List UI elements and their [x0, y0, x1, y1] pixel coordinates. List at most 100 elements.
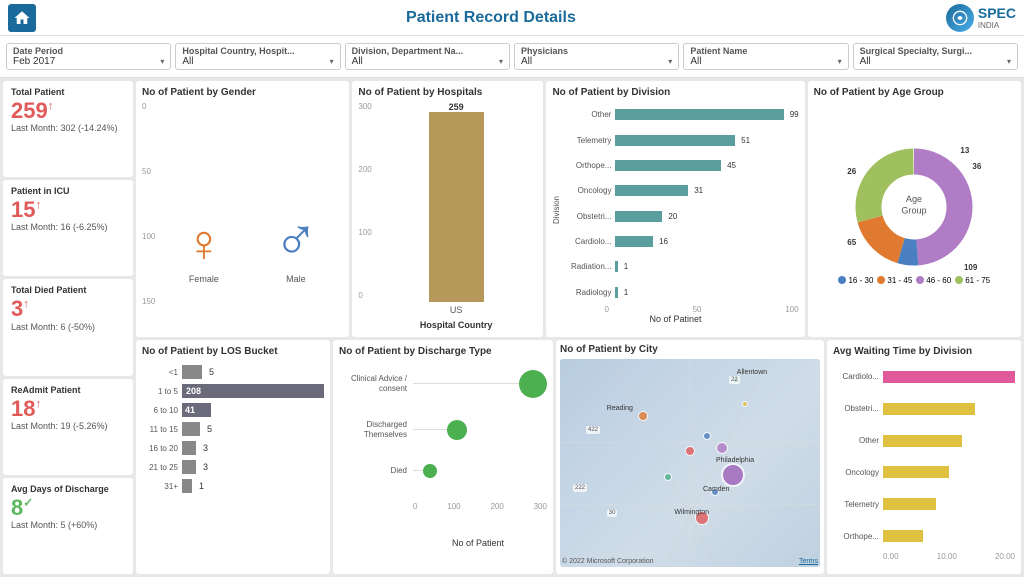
top-charts-row: No of Patient by Gender 150 100 50 0 ♀ F… — [136, 81, 1021, 337]
bottom-charts-row: No of Patient by LOS Bucket <1 5 1 to 5 … — [136, 340, 1021, 574]
logo-icon — [946, 4, 974, 32]
svg-text:Group: Group — [902, 205, 927, 215]
filter-patient-label: Patient Name — [690, 46, 841, 56]
filter-surgical[interactable]: Surgical Specialty, Surgi... All ▾ — [853, 43, 1018, 70]
los-bar-16-20 — [182, 441, 196, 455]
legend-dot-46-60 — [916, 276, 924, 284]
los-bar-6-10: 41 — [182, 403, 211, 417]
male-label: Male — [286, 274, 306, 284]
hospital-chart-card: No of Patient by Hospitals 0 100 200 300… — [352, 81, 543, 337]
waiting-bars: Cardiolo... Obstetri... Other Oncol — [833, 361, 1015, 552]
stat-died-sub: Last Month: 6 (-50%) — [11, 322, 125, 332]
discharge-row-clinical: Clinical Advice / consent — [339, 374, 547, 393]
filter-date-value: Feb 2017 — [13, 56, 55, 67]
filter-division[interactable]: Division, Department Na... All ▾ — [345, 43, 510, 70]
los-row-21-25: 21 to 25 3 — [142, 460, 324, 474]
hospital-x-label: Hospital Country — [420, 320, 493, 330]
filter-patient-arrow: ▾ — [838, 57, 842, 66]
div-row-orthope: Orthope... 45 — [561, 160, 798, 171]
map-label-wilmington: Wilmington — [674, 509, 709, 516]
hospital-bar-value: 259 — [449, 102, 464, 112]
map-dot-1 — [703, 432, 711, 440]
stat-icu: Patient in ICU 15↑ Last Month: 16 (-6.25… — [3, 180, 133, 276]
los-row-11-15: 11 to 15 5 — [142, 422, 324, 436]
gender-chart-title: No of Patient by Gender — [142, 87, 343, 98]
filter-physicians-label: Physicians — [521, 46, 672, 56]
stat-icu-sub: Last Month: 16 (-6.25%) — [11, 222, 125, 232]
division-bars: Other 99 Telemetry 51 Orthope... — [561, 102, 798, 305]
div-row-other: Other 99 — [561, 109, 798, 120]
div-row-cardiolo: Cardiolo... 16 — [561, 236, 798, 247]
map-label-philadelphia: Philadelphia — [716, 457, 754, 464]
map-road-422: 422 — [586, 426, 600, 434]
stat-discharge-label: Avg Days of Discharge — [11, 484, 125, 494]
hospital-bar-label: US — [450, 305, 463, 315]
hospital-bar — [429, 112, 484, 302]
div-row-oncology: Oncology 31 — [561, 185, 798, 196]
female-icon: ♀ — [184, 218, 223, 270]
hospital-y-axis: 0 100 200 300 — [358, 102, 374, 324]
division-x-label: No of Patinet — [552, 314, 798, 324]
male-icon: ♂ — [273, 210, 318, 270]
discharge-items: Clinical Advice / consent Discharged The… — [339, 361, 547, 561]
map-dot-5 — [742, 401, 748, 407]
filter-surgical-arrow: ▾ — [1007, 57, 1011, 66]
filter-patient-name[interactable]: Patient Name All ▾ — [683, 43, 848, 70]
city-map: Allentown Reading Philadelphia Camden Wi… — [560, 359, 820, 567]
charts-area: No of Patient by Gender 150 100 50 0 ♀ F… — [136, 81, 1021, 574]
spec-logo: SPEC INDIA — [946, 4, 1016, 32]
filter-division-label: Division, Department Na... — [352, 46, 503, 56]
waiting-chart-content: Cardiolo... Obstetri... Other Oncol — [833, 361, 1015, 561]
filter-date-period[interactable]: Date Period Feb 2017 ▾ — [6, 43, 171, 70]
discharge-row-died: Died — [339, 466, 547, 476]
filter-physicians[interactable]: Physicians All ▾ — [514, 43, 679, 70]
filter-date-arrow: ▾ — [160, 57, 164, 66]
stat-died-value: 3↑ — [11, 297, 125, 321]
stat-icu-label: Patient in ICU — [11, 186, 125, 196]
wait-bar-telemetry — [883, 498, 936, 510]
map-road-30: 30 — [607, 509, 618, 517]
home-button[interactable] — [8, 4, 36, 32]
map-terms[interactable]: Terms — [799, 558, 818, 565]
stat-readmit-sub: Last Month: 19 (-5.26%) — [11, 421, 125, 431]
div-bar-radiology — [615, 287, 617, 298]
division-chart-title: No of Patient by Division — [552, 87, 798, 98]
main-content: Total Patient 259↑ Last Month: 302 (-14.… — [0, 78, 1024, 577]
legend-dot-61-75 — [955, 276, 963, 284]
city-chart-card: No of Patient by City — [556, 340, 824, 574]
discharge-chart-title: No of Patient by Discharge Type — [339, 346, 547, 357]
age-chart-card: No of Patient by Age Group Age Group — [808, 81, 1021, 337]
filter-division-value: All — [352, 56, 363, 67]
div-bar-oncology — [615, 185, 688, 196]
discharge-x-axis: 0 100 200 300 — [339, 502, 547, 511]
discharge-row-themselves: Discharged Themselves — [339, 420, 547, 439]
discharge-dot-themselves — [447, 420, 467, 440]
waiting-x-axis: 0.00 10.00 20.00 — [833, 552, 1015, 561]
division-y-label: Division — [552, 102, 561, 305]
filter-hospital-value: All — [182, 56, 193, 67]
filter-hospital-label: Hospital Country, Hospit... — [182, 46, 333, 56]
filter-bar: Date Period Feb 2017 ▾ Hospital Country,… — [0, 36, 1024, 78]
map-dot-reading — [638, 411, 648, 421]
map-road-22: 22 — [729, 376, 740, 384]
los-row-1-5: 1 to 5 208 — [142, 384, 324, 398]
filter-physicians-value: All — [521, 56, 532, 67]
gender-chart-card: No of Patient by Gender 150 100 50 0 ♀ F… — [136, 81, 349, 337]
los-bar-21-25 — [182, 460, 196, 474]
map-roads — [560, 359, 820, 567]
legend-46-60: 46 - 60 — [916, 276, 951, 285]
div-bar-cardiolo — [615, 236, 653, 247]
div-row-radiation: Radiation... 1 — [561, 261, 798, 272]
stat-died-label: Total Died Patient — [11, 285, 125, 295]
filter-hospital-country[interactable]: Hospital Country, Hospit... All ▾ — [175, 43, 340, 70]
div-bar-orthope — [615, 160, 721, 171]
filter-physicians-arrow: ▾ — [668, 57, 672, 66]
city-chart-title: No of Patient by City — [560, 344, 820, 355]
page-title: Patient Record Details — [36, 9, 946, 27]
discharge-line-clinical — [413, 383, 547, 384]
los-bar-1-5: 208 — [182, 384, 324, 398]
los-bars: <1 5 1 to 5 208 6 to 10 41 — [142, 361, 324, 493]
male-figure: ♂ Male — [273, 210, 318, 284]
stat-died: Total Died Patient 3↑ Last Month: 6 (-50… — [3, 279, 133, 375]
stat-discharge-sub: Last Month: 5 (+60%) — [11, 520, 125, 530]
